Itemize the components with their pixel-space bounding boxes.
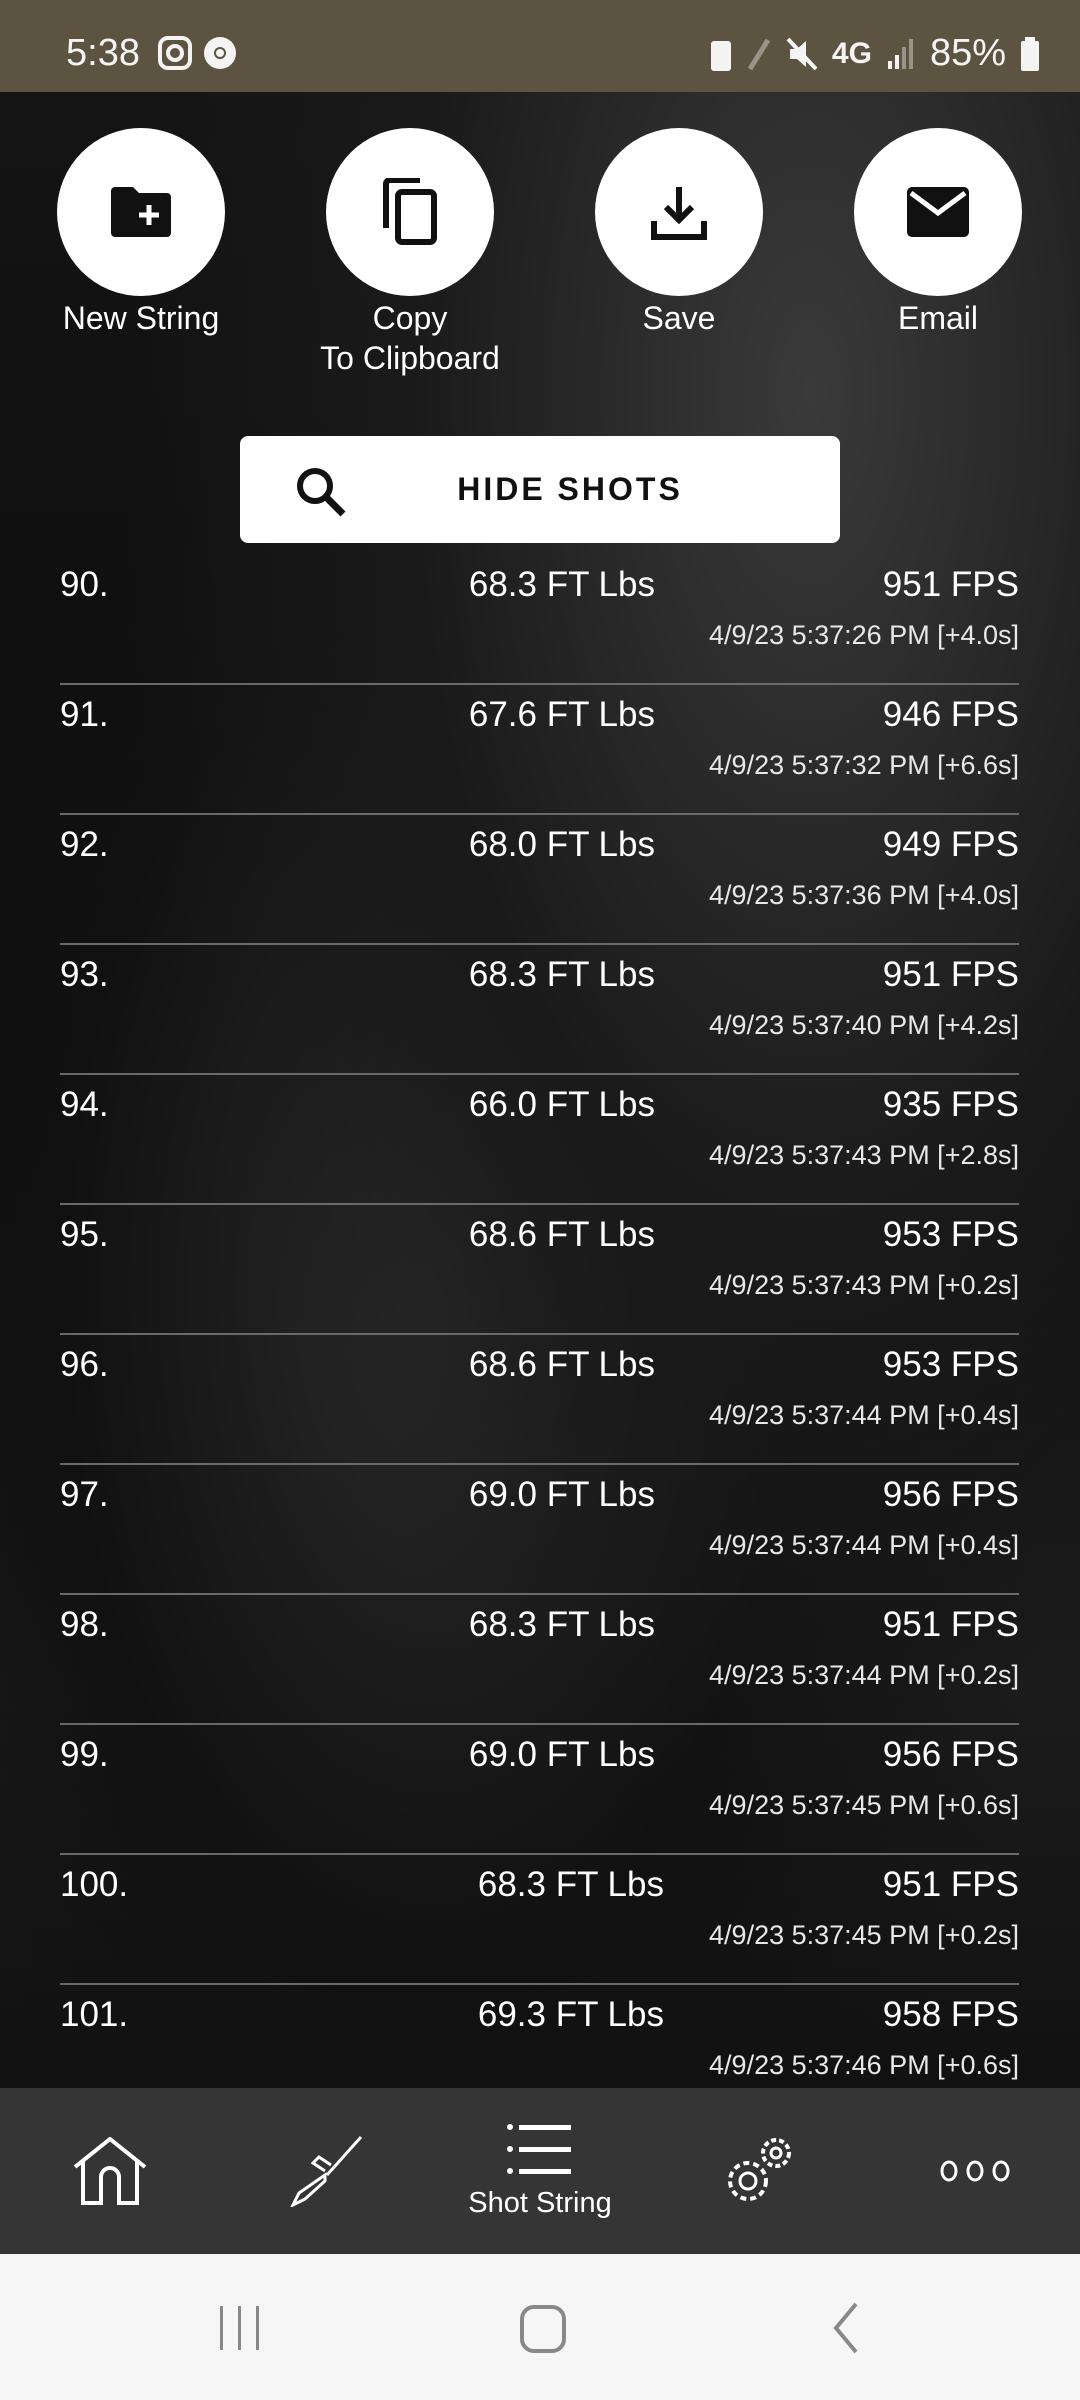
shot-number: 96. (60, 1345, 109, 1384)
shot-row[interactable]: 92. 68.0 FT Lbs 949 FPS 4/9/23 5:37:36 P… (60, 815, 1019, 945)
nav-settings[interactable] (705, 2088, 815, 2254)
shot-row[interactable]: 101. 69.3 FT Lbs 958 FPS 4/9/23 5:37:46 … (60, 1985, 1019, 2088)
shot-energy: 69.3 FT Lbs (477, 1995, 664, 2034)
shot-number: 90. (60, 565, 109, 604)
shot-energy: 68.3 FT Lbs (468, 955, 655, 994)
shot-velocity: 956 FPS (882, 1735, 1019, 1774)
status-time: 5:38 (66, 32, 140, 74)
shot-velocity: 953 FPS (882, 1345, 1019, 1384)
signal-icon (887, 38, 913, 69)
gears-icon (728, 2138, 791, 2201)
back-icon[interactable] (830, 2302, 860, 2354)
shot-number: 100. (60, 1865, 129, 1904)
nav-more[interactable] (920, 2088, 1030, 2254)
shot-row[interactable]: 93. 68.3 FT Lbs 951 FPS 4/9/23 5:37:40 P… (60, 945, 1019, 1075)
shot-row[interactable]: 90. 68.3 FT Lbs 951 FPS 4/9/23 5:37:26 P… (60, 555, 1019, 685)
shot-energy: 68.3 FT Lbs (477, 1865, 664, 1904)
recents-icon[interactable] (215, 2304, 265, 2352)
save-button[interactable]: Save (595, 128, 763, 336)
shot-energy: 69.0 FT Lbs (468, 1475, 655, 1514)
shot-timestamp: 4/9/23 5:37:26 PM [+4.0s] (709, 620, 1019, 650)
shot-row[interactable]: 95. 68.6 FT Lbs 953 FPS 4/9/23 5:37:43 P… (60, 1205, 1019, 1335)
email-label: Email (897, 300, 978, 336)
instagram-icon (158, 36, 192, 70)
battery-icon (1021, 36, 1039, 71)
shot-velocity: 953 FPS (882, 1215, 1019, 1254)
shot-number: 99. (60, 1735, 109, 1774)
status-bar: 5:38 4G 85% (0, 0, 1080, 92)
nav-shot-string-label: Shot String (468, 2186, 612, 2219)
shot-velocity: 956 FPS (882, 1475, 1019, 1514)
home-button-icon[interactable] (518, 2304, 568, 2354)
list-icon (507, 2123, 571, 2174)
nav-rifle[interactable] (270, 2088, 380, 2254)
shot-number: 92. (60, 825, 109, 864)
copy-icon (383, 178, 437, 245)
shot-number: 101. (60, 1995, 129, 2034)
battery-saver-icon (710, 40, 731, 71)
rifle-icon (290, 2135, 363, 2207)
shot-velocity: 951 FPS (882, 1605, 1019, 1644)
shot-velocity: 958 FPS (882, 1995, 1019, 2034)
shot-number: 93. (60, 955, 109, 994)
shot-row[interactable]: 96. 68.6 FT Lbs 953 FPS 4/9/23 5:37:44 P… (60, 1335, 1019, 1465)
shot-number: 97. (60, 1475, 109, 1514)
shot-row[interactable]: 100. 68.3 FT Lbs 951 FPS 4/9/23 5:37:45 … (60, 1855, 1019, 1985)
shot-number: 98. (60, 1605, 109, 1644)
home-icon (73, 2137, 147, 2205)
chrome-icon (204, 37, 236, 69)
download-icon (651, 187, 707, 240)
bottom-nav: Shot String (0, 2088, 1080, 2254)
shot-row[interactable]: 94. 66.0 FT Lbs 935 FPS 4/9/23 5:37:43 P… (60, 1075, 1019, 1205)
mail-icon (907, 187, 969, 237)
shot-timestamp: 4/9/23 5:37:45 PM [+0.2s] (709, 1920, 1019, 1950)
more-icon (940, 2160, 1010, 2182)
mute-icon (786, 37, 818, 70)
shot-timestamp: 4/9/23 5:37:44 PM [+0.2s] (709, 1660, 1019, 1690)
shot-number: 95. (60, 1215, 109, 1254)
hide-shots-button[interactable]: HIDE SHOTS (240, 436, 840, 543)
shot-energy: 68.6 FT Lbs (468, 1345, 655, 1384)
network-type: 4G (831, 36, 872, 70)
shot-row[interactable]: 98. 68.3 FT Lbs 951 FPS 4/9/23 5:37:44 P… (60, 1595, 1019, 1725)
shot-timestamp: 4/9/23 5:37:32 PM [+6.6s] (709, 750, 1019, 780)
shot-energy: 68.0 FT Lbs (468, 825, 655, 864)
shot-velocity: 951 FPS (882, 1865, 1019, 1904)
shot-number: 91. (60, 695, 109, 734)
nav-shot-string[interactable]: Shot String (440, 2088, 640, 2254)
nav-home[interactable] (55, 2088, 165, 2254)
shot-timestamp: 4/9/23 5:37:43 PM [+0.2s] (709, 1270, 1019, 1300)
pen-icon (747, 38, 771, 70)
shot-timestamp: 4/9/23 5:37:46 PM [+0.6s] (709, 2050, 1019, 2080)
system-nav-bar (0, 2254, 1080, 2400)
shot-energy: 68.3 FT Lbs (468, 565, 655, 604)
shot-timestamp: 4/9/23 5:37:44 PM [+0.4s] (709, 1400, 1019, 1430)
copy-to-clipboard-button[interactable]: Copy To Clipboard (320, 128, 500, 376)
shot-timestamp: 4/9/23 5:37:45 PM [+0.6s] (709, 1790, 1019, 1820)
shot-velocity: 951 FPS (882, 565, 1019, 604)
shot-velocity: 935 FPS (882, 1085, 1019, 1124)
shot-list[interactable]: 90. 68.3 FT Lbs 951 FPS 4/9/23 5:37:26 P… (0, 555, 1080, 2088)
shot-energy: 68.6 FT Lbs (468, 1215, 655, 1254)
shot-velocity: 949 FPS (882, 825, 1019, 864)
shot-row[interactable]: 91. 67.6 FT Lbs 946 FPS 4/9/23 5:37:32 P… (60, 685, 1019, 815)
shot-number: 94. (60, 1085, 109, 1124)
email-button[interactable]: Email (854, 128, 1022, 336)
shot-row[interactable]: 99. 69.0 FT Lbs 956 FPS 4/9/23 5:37:45 P… (60, 1725, 1019, 1855)
hide-shots-label: HIDE SHOTS (457, 471, 683, 507)
shot-timestamp: 4/9/23 5:37:44 PM [+0.4s] (709, 1530, 1019, 1560)
shot-timestamp: 4/9/23 5:37:43 PM [+2.8s] (709, 1140, 1019, 1170)
folder-plus-icon (111, 187, 171, 237)
shot-velocity: 946 FPS (882, 695, 1019, 734)
shot-row[interactable]: 97. 69.0 FT Lbs 956 FPS 4/9/23 5:37:44 P… (60, 1465, 1019, 1595)
battery-percent: 85% (929, 32, 1006, 74)
shot-velocity: 951 FPS (882, 955, 1019, 994)
new-string-button[interactable]: New String (57, 128, 225, 336)
shot-timestamp: 4/9/23 5:37:40 PM [+4.2s] (709, 1010, 1019, 1040)
shot-energy: 69.0 FT Lbs (468, 1735, 655, 1774)
shot-energy: 67.6 FT Lbs (468, 695, 655, 734)
shot-energy: 66.0 FT Lbs (468, 1085, 655, 1124)
shot-timestamp: 4/9/23 5:37:36 PM [+4.0s] (709, 880, 1019, 910)
shot-energy: 68.3 FT Lbs (468, 1605, 655, 1644)
